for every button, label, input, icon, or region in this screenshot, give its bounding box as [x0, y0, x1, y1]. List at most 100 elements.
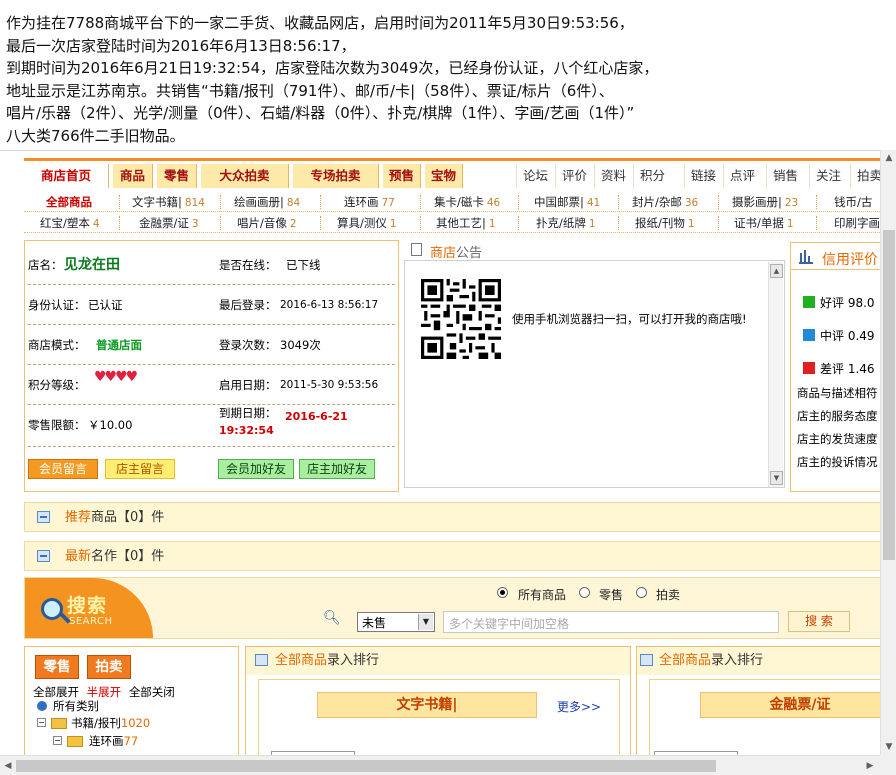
rank-category[interactable]: 金融票/证: [700, 692, 896, 718]
category-link[interactable]: 封片/杂邮 36: [632, 194, 698, 211]
resize-grip-icon[interactable]: [880, 755, 896, 775]
scroll-down-icon[interactable]: ▼: [881, 739, 896, 755]
category-row-2: 红宝/塑本 4 金融票/证 3 唱片/音像 2 算具/测仪 1 其他工艺| 1 扑克/纸牌…: [24, 213, 880, 233]
category-link[interactable]: 摄影画册| 23: [732, 194, 798, 211]
nav-comments[interactable]: 点评: [723, 164, 761, 188]
last-login-label: 最后登录：: [219, 298, 277, 312]
scroll-up-icon[interactable]: ▲: [770, 264, 783, 278]
category-link[interactable]: 文字书籍| 814: [132, 194, 205, 211]
owner-add-friend-button[interactable]: 店主加好友: [299, 459, 375, 479]
category-tree: 零售 拍卖 全部展开 半展开 全部关闭 所有类别 − 书籍/报刊1020 − 连…: [24, 646, 239, 756]
horizontal-scrollbar[interactable]: ◀ ▶: [0, 755, 880, 775]
nav-forum[interactable]: 论坛: [516, 164, 554, 188]
member-message-button[interactable]: 会员留言: [28, 459, 98, 479]
category-link[interactable]: 钱币/古: [834, 194, 872, 211]
collapse-all-link[interactable]: 全部关闭: [129, 685, 175, 699]
tree-item-books[interactable]: 书籍/报刊1020: [71, 715, 150, 731]
nav-shop-home[interactable]: 商店首页: [24, 164, 109, 188]
category-link[interactable]: 扑克/纸牌 1: [536, 215, 596, 232]
nav-presale[interactable]: 预售: [383, 164, 421, 188]
more-link[interactable]: 更多>>: [557, 698, 601, 715]
nav-follow[interactable]: 关注: [809, 164, 847, 188]
scroll-thumb[interactable]: [16, 760, 716, 772]
expand-all-link[interactable]: 全部展开: [33, 685, 79, 699]
radio-auction[interactable]: [636, 587, 647, 598]
category-link[interactable]: 集卡/磁卡 46: [434, 194, 500, 211]
retail-limit: ￥10.00: [88, 418, 133, 432]
nav-points[interactable]: 积分: [633, 164, 671, 188]
category-link[interactable]: 绘画画册| 84: [234, 194, 300, 211]
recommend-title: 推荐商品【0】件: [65, 510, 165, 525]
nav-public-auction[interactable]: 大众拍卖: [201, 164, 289, 188]
scroll-down-icon[interactable]: ▼: [770, 471, 783, 485]
nav-retail[interactable]: 零售: [157, 164, 197, 188]
nav-sales[interactable]: 销售: [766, 164, 804, 188]
search-input[interactable]: 多个关键字中间加空格: [443, 611, 779, 633]
scroll-thumb[interactable]: [883, 230, 895, 560]
radio-all-goods-label: 所有商品: [518, 588, 567, 602]
nav-special-auction[interactable]: 专场拍卖: [293, 164, 379, 188]
category-link[interactable]: 连环画 77: [344, 194, 395, 211]
intro-text: 作为挂在7788商城平台下的一家二手货、收藏品网店，启用时间为2011年5月30…: [6, 12, 886, 147]
category-link[interactable]: 其他工艺| 1: [436, 215, 496, 232]
intro-line: 地址显示是江苏南京。共销售“书籍/报刊（791件）、邮/币/卡|（58件）、票证…: [6, 81, 614, 100]
rank-category[interactable]: 文字书籍|: [317, 692, 537, 718]
start-date: 2011-5-30 9:53:56: [280, 379, 379, 391]
search-logo-subtext: SEARCH: [69, 616, 113, 627]
nav-goods[interactable]: 商品: [113, 164, 153, 188]
shop-info-panel: 店名： 见龙在田 是否在线： 已下线 身份认证： 已认证 最后登录： 2016-…: [24, 240, 399, 492]
rank-title: 全部商品录入排行: [659, 653, 764, 668]
status-select[interactable]: 未售 ▼: [357, 612, 435, 632]
vertical-scrollbar[interactable]: ▲ ▼: [880, 150, 896, 755]
online-label: 是否在线：: [219, 258, 277, 272]
category-link[interactable]: 证书/单据 1: [734, 215, 794, 232]
good-rating-swatch: [803, 296, 815, 308]
nav-links[interactable]: 链接: [684, 164, 722, 188]
scroll-left-icon[interactable]: ◀: [0, 758, 16, 774]
radio-retail[interactable]: [579, 587, 590, 598]
category-link[interactable]: 算具/测仪 1: [337, 215, 397, 232]
search-button[interactable]: 搜 索: [788, 611, 850, 632]
nav-reviews[interactable]: 评价: [555, 164, 593, 188]
notice-scrollbar[interactable]: ▲ ▼: [768, 262, 783, 487]
category-link[interactable]: 报纸/刊物 1: [635, 215, 695, 232]
category-link[interactable]: 金融票/证 3: [139, 215, 199, 232]
scroll-up-icon[interactable]: ▲: [881, 150, 896, 166]
rank-panel: 全部商品录入排行 文字书籍| 更多>>: [245, 646, 631, 756]
category-all[interactable]: 全部商品: [46, 194, 92, 211]
radio-all-goods[interactable]: [497, 587, 508, 598]
intro-line: 作为挂在7788商城平台下的一家二手货、收藏品网店，启用时间为2011年5月30…: [6, 14, 634, 32]
expire-date: 2016-6-21 19:32:54: [219, 410, 348, 437]
status-select-value: 未售: [362, 616, 387, 630]
globe-icon: [37, 701, 47, 711]
category-link[interactable]: 印刷字画: [834, 215, 880, 232]
good-rating: 好评 98.0: [820, 296, 875, 310]
rank-panel: 全部商品录入排行 金融票/证: [636, 646, 896, 756]
intro-line: 八大类766件二手旧物品。: [6, 126, 185, 145]
radio-retail-label: 零售: [599, 588, 624, 602]
mode-label: 商店模式：: [28, 338, 86, 352]
tab-retail[interactable]: 零售: [35, 655, 79, 679]
mid-rating-swatch: [803, 329, 815, 341]
member-add-friend-button[interactable]: 会员加好友: [218, 459, 294, 479]
tree-root[interactable]: 所有类别: [53, 698, 99, 714]
notice-icon: [411, 243, 422, 256]
nav-treasure[interactable]: 宝物: [425, 164, 463, 188]
collapse-icon[interactable]: −: [53, 736, 62, 745]
search-icon: 🔍︎: [323, 610, 341, 626]
newest-band: 最新名作【0】件: [24, 541, 880, 571]
half-expand-link[interactable]: 半展开: [87, 685, 122, 699]
level-label: 积分等级：: [28, 378, 86, 392]
tree-item-comics[interactable]: 连环画77: [89, 733, 138, 749]
category-link[interactable]: 唱片/音像 2: [237, 215, 297, 232]
tab-auction[interactable]: 拍卖: [87, 655, 131, 679]
category-link[interactable]: 中国邮票| 41: [534, 194, 600, 211]
collapse-icon[interactable]: −: [37, 718, 46, 727]
category-link[interactable]: 红宝/塑本 4: [40, 215, 100, 232]
nav-info[interactable]: 资料: [594, 164, 632, 188]
credit-title: 信用评价: [822, 252, 878, 268]
owner-message-button[interactable]: 店主留言: [105, 459, 175, 479]
scroll-right-icon[interactable]: ▶: [862, 758, 878, 774]
credit-line: 商品与描述相符: [797, 386, 878, 400]
panel-icon: [640, 654, 653, 666]
